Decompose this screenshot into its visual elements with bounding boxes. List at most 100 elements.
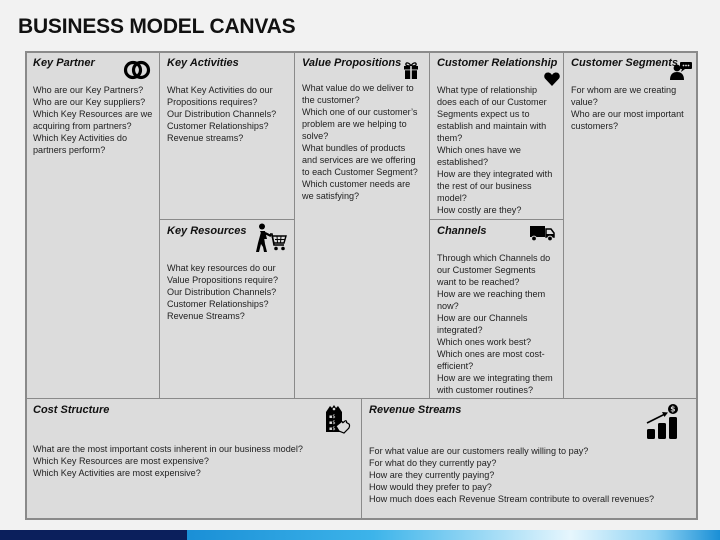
- key-partner-block: Key Partner Who are our Key Partners? Wh…: [25, 51, 160, 399]
- question-line: Our Distribution Channels?: [167, 287, 277, 297]
- person-speech-bubble-icon: [670, 62, 692, 80]
- customer-relationship-heading: Customer Relationship: [437, 57, 558, 69]
- question-line: What Key Activities do our: [167, 85, 273, 95]
- question-line: Segments expect us to: [437, 109, 530, 119]
- question-line: to each Customer Segment?: [302, 167, 418, 177]
- question-line: How are we integrating them: [437, 373, 553, 383]
- question-line: Which Key Resources are we: [33, 109, 153, 119]
- question-line: solve?: [302, 131, 329, 141]
- question-line: and services are we offering: [302, 155, 416, 165]
- question-line: Which one of our customer’s: [302, 107, 418, 117]
- channels-questions: Through which Channels do our Customer S…: [437, 252, 557, 396]
- customer-segments-block: Customer Segments For whom are we creati…: [563, 51, 698, 399]
- question-line: How are they integrated with: [437, 169, 553, 179]
- question-line: efficient?: [437, 361, 474, 371]
- page-title: BUSINESS MODEL CANVAS: [18, 15, 296, 38]
- revenue-streams-block: Revenue Streams $ For what value are our…: [361, 398, 698, 520]
- question-line: want to be reached?: [437, 277, 520, 287]
- question-line: Our Distribution Channels?: [167, 109, 277, 119]
- customer-relationship-questions: What type of relationship does each of o…: [437, 84, 557, 216]
- question-line: the rest of our business: [437, 181, 532, 191]
- footer-bar-gradient-segment: [187, 530, 720, 540]
- customer-segments-heading: Customer Segments: [571, 57, 678, 69]
- question-line: Which Key Activities do: [33, 133, 128, 143]
- cost-structure-block: Cost Structure ▪$ ▪$ ▪$ What are the mos…: [25, 398, 362, 520]
- question-line: them?: [437, 133, 463, 143]
- footer-bar-dark-segment: [0, 530, 187, 540]
- key-partner-heading: Key Partner: [33, 57, 95, 69]
- question-line: How would they prefer to pay?: [369, 482, 492, 492]
- question-line: with customer routines?: [437, 385, 534, 395]
- question-line: How are we reaching them: [437, 289, 546, 299]
- key-activities-block: Key Activities What Key Activities do ou…: [159, 51, 295, 220]
- delivery-truck-icon: [530, 226, 555, 242]
- question-line: What are the most important costs inhere…: [33, 444, 303, 454]
- question-line: Which ones are most cost-: [437, 349, 545, 359]
- question-line: Customer Relationships?: [167, 121, 269, 131]
- question-line: How are our Channels: [437, 313, 528, 323]
- question-line: partners perform?: [33, 145, 106, 155]
- question-line: What bundles of products: [302, 143, 406, 153]
- question-line: Customer Relationships?: [167, 299, 269, 309]
- question-line: now?: [437, 301, 459, 311]
- cost-structure-heading: Cost Structure: [33, 404, 110, 416]
- question-line: Which Key Activities are most expensive?: [33, 468, 201, 478]
- revenue-streams-questions: For what value are our customers really …: [369, 445, 691, 505]
- key-activities-questions: What Key Activities do our Propositions …: [167, 84, 288, 144]
- key-resources-block: Key Resources What key resources do our …: [159, 219, 295, 399]
- question-line: For whom are we creating: [571, 85, 677, 95]
- key-partner-questions: Who are our Key Partners? Who are our Ke…: [33, 84, 153, 156]
- question-line: For what value are our customers really …: [369, 446, 589, 456]
- question-line: model?: [437, 193, 467, 203]
- question-line: Through which Channels do: [437, 253, 551, 263]
- key-activities-heading: Key Activities: [167, 57, 239, 69]
- customer-segments-questions: For whom are we creating value? Who are …: [571, 84, 691, 132]
- customer-relationship-block: Customer Relationship What type of relat…: [429, 51, 564, 220]
- question-line: our Customer Segments: [437, 265, 536, 275]
- question-line: Which ones have we: [437, 145, 521, 155]
- question-line: Revenue streams?: [167, 133, 244, 143]
- svg-text:▪$: ▪$: [329, 426, 336, 432]
- question-line: the customer?: [302, 95, 360, 105]
- question-line: acquiring from partners?: [33, 121, 132, 131]
- gift-icon: [404, 62, 418, 79]
- value-propositions-block: Value Propositions What value do we deli…: [294, 51, 430, 399]
- value-propositions-heading: Value Propositions: [302, 57, 402, 69]
- interlinked-rings-icon: [123, 60, 151, 80]
- person-pushing-cart-icon: [256, 223, 287, 252]
- revenue-streams-heading: Revenue Streams: [369, 404, 462, 416]
- question-line: established?: [437, 157, 489, 167]
- question-line: What key resources do our: [167, 263, 276, 273]
- question-line: Who are our most important: [571, 109, 684, 119]
- question-line: does each of our Customer: [437, 97, 547, 107]
- question-line: problem are we helping to: [302, 119, 407, 129]
- question-line: Who are our Key Partners?: [33, 85, 144, 95]
- key-resources-heading: Key Resources: [167, 225, 247, 237]
- question-line: Who are our Key suppliers?: [33, 97, 146, 107]
- question-line: establish and maintain with: [437, 121, 547, 131]
- svg-text:$: $: [670, 405, 675, 414]
- question-line: What value do we deliver to: [302, 83, 414, 93]
- value-propositions-questions: What value do we deliver to the customer…: [302, 82, 423, 202]
- question-line: How costly are they?: [437, 205, 522, 215]
- question-line: Which customer needs are: [302, 179, 411, 189]
- question-line: customers?: [571, 121, 619, 131]
- cost-structure-questions: What are the most important costs inhere…: [33, 443, 355, 479]
- channels-block: Channels Through which Channels do our C…: [429, 219, 564, 399]
- question-line: value?: [571, 97, 598, 107]
- question-line: Propositions requires?: [167, 97, 258, 107]
- question-line: Which Key Resources are most expensive?: [33, 456, 209, 466]
- footer-accent-bar: [0, 530, 720, 540]
- channels-heading: Channels: [437, 225, 487, 237]
- question-line: How much does each Revenue Stream contri…: [369, 494, 655, 504]
- question-line: Revenue Streams?: [167, 311, 245, 321]
- question-line: How are they currently paying?: [369, 470, 495, 480]
- key-resources-questions: What key resources do our Value Proposit…: [167, 262, 288, 322]
- question-line: we satisfying?: [302, 191, 360, 201]
- question-line: What type of relationship: [437, 85, 538, 95]
- growth-chart-dollar-icon: $: [646, 404, 678, 439]
- question-line: Which ones work best?: [437, 337, 532, 347]
- question-line: integrated?: [437, 325, 483, 335]
- question-line: Value Propositions require?: [167, 275, 279, 285]
- question-line: For what do they currently pay?: [369, 458, 497, 468]
